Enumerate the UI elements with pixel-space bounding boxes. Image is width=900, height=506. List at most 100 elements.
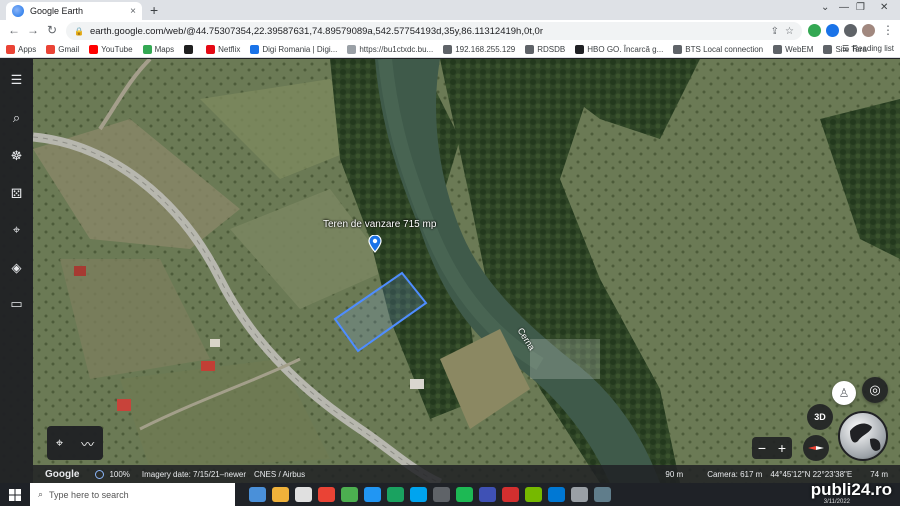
menu-icon[interactable]: ☰ bbox=[8, 71, 25, 88]
taskbar-search-placeholder: Type here to search bbox=[49, 489, 129, 500]
maximize-button[interactable]: ❐ bbox=[856, 2, 865, 13]
bookmark-favicon-icon bbox=[6, 45, 15, 54]
location-pin-icon[interactable] bbox=[368, 235, 382, 253]
reading-list-label: Reading list bbox=[852, 44, 894, 53]
add-placemark-icon[interactable]: ⌖ bbox=[56, 435, 63, 451]
bookmark-item[interactable] bbox=[184, 45, 196, 54]
bookmark-favicon-icon bbox=[525, 45, 535, 54]
bookmark-favicon-icon bbox=[46, 45, 56, 54]
taskbar-app-icon[interactable] bbox=[249, 487, 266, 502]
map-style-layers-icon[interactable]: ◈ bbox=[8, 259, 25, 276]
taskbar-app-icon[interactable] bbox=[479, 487, 496, 502]
extension-icon[interactable] bbox=[826, 24, 839, 37]
bookmark-label: HBO GO. Încarcă g... bbox=[587, 45, 664, 54]
taskbar-app-icon[interactable] bbox=[341, 487, 358, 502]
bookmark-item[interactable]: Digi Romania | Digi... bbox=[250, 45, 337, 54]
chevron-down-icon[interactable]: ⌄ bbox=[821, 2, 829, 13]
windows-start-button[interactable] bbox=[0, 483, 30, 506]
back-button[interactable]: ← bbox=[8, 23, 20, 37]
bookmark-item[interactable]: Netflix bbox=[206, 45, 240, 54]
bookmark-label: https://bu1ctxdc.bu... bbox=[359, 45, 434, 54]
taskbar-app-icon[interactable] bbox=[594, 487, 611, 502]
bookmark-favicon-icon bbox=[443, 45, 453, 54]
taskbar-app-icon[interactable] bbox=[387, 487, 404, 502]
bookmark-item[interactable]: https://bu1ctxdc.bu... bbox=[347, 45, 433, 54]
menu-kebab-icon[interactable]: ⋮ bbox=[882, 23, 894, 37]
taskbar-app-icon[interactable] bbox=[410, 487, 427, 502]
forward-button[interactable]: → bbox=[27, 23, 39, 37]
search-icon[interactable]: ⌕ bbox=[8, 109, 25, 126]
globe-minimap[interactable] bbox=[838, 411, 888, 461]
taskbar-app-icon[interactable] bbox=[571, 487, 588, 502]
close-tab-icon[interactable]: × bbox=[130, 6, 136, 17]
bookmark-item[interactable]: YouTube bbox=[89, 45, 133, 54]
bookmark-item[interactable]: HBO GO. Încarcă g... bbox=[575, 45, 663, 54]
satellite-imagery bbox=[0, 59, 900, 483]
bookmark-item[interactable]: 192.168.255.129 bbox=[443, 45, 515, 54]
zoom-control: − + bbox=[752, 437, 792, 459]
zoom-in-button[interactable]: + bbox=[778, 440, 786, 456]
camera-altitude: Camera: 617 m bbox=[707, 469, 763, 479]
imagery-date[interactable]: Imagery date: 7/15/21–newer bbox=[142, 470, 246, 479]
reading-list-button[interactable]: ☰ Reading list bbox=[842, 44, 894, 53]
tab-google-earth[interactable]: Google Earth × bbox=[6, 2, 142, 20]
taskbar-app-icons bbox=[249, 487, 611, 502]
avatar[interactable] bbox=[862, 24, 875, 37]
earth-sidebar: ☰ ⌕ ☸ ⚄ ⌖ ◈ ▭ bbox=[0, 59, 33, 483]
voyager-icon[interactable]: ☸ bbox=[8, 147, 25, 164]
close-window-button[interactable]: ✕ bbox=[880, 2, 888, 13]
bookmarks-bar: Apps Gmail YouTube Maps Netflix Digi Romania … bbox=[0, 42, 900, 58]
new-tab-button[interactable]: + bbox=[150, 2, 158, 18]
windows-logo-icon bbox=[9, 488, 21, 501]
feeling-lucky-dice-icon[interactable]: ⚄ bbox=[8, 185, 25, 202]
compass-needle-icon bbox=[808, 446, 824, 450]
bookmark-item[interactable]: BTS Local connection bbox=[673, 45, 763, 54]
extension-icon[interactable] bbox=[808, 24, 821, 37]
pegman-icon: ♙ bbox=[838, 386, 850, 400]
my-location-button[interactable]: ◎ bbox=[862, 377, 888, 403]
bookmark-item[interactable]: Apps bbox=[6, 45, 36, 54]
bookmark-item[interactable]: Gmail bbox=[46, 45, 79, 54]
taskbar-app-icon[interactable] bbox=[295, 487, 312, 502]
bookmark-favicon-icon bbox=[250, 45, 260, 54]
taskbar-app-icon[interactable] bbox=[502, 487, 519, 502]
minimize-button[interactable]: — bbox=[839, 2, 849, 13]
projects-pin-icon[interactable]: ⌖ bbox=[8, 221, 25, 238]
zoom-out-button[interactable]: − bbox=[758, 440, 766, 456]
taskbar-app-icon[interactable] bbox=[272, 487, 289, 502]
taskbar-app-icon[interactable] bbox=[433, 487, 450, 502]
taskbar-app-icon[interactable] bbox=[456, 487, 473, 502]
bookmark-favicon-icon bbox=[89, 45, 99, 54]
bookmark-favicon-icon bbox=[206, 45, 216, 54]
bookmark-favicon-icon bbox=[184, 45, 194, 54]
bookmark-label: RDSDB bbox=[537, 45, 566, 54]
map-tools-panel: ⌖ 〰 bbox=[47, 426, 103, 460]
bookmark-item[interactable]: Maps bbox=[142, 45, 174, 54]
search-icon: ⌕ bbox=[38, 489, 44, 499]
pegman-street-view-button[interactable]: ♙ bbox=[832, 381, 856, 405]
bookmark-favicon-icon bbox=[773, 45, 783, 54]
star-icon[interactable]: ☆ bbox=[785, 26, 794, 37]
bookmark-label: Apps bbox=[18, 45, 37, 54]
3d-toggle-button[interactable]: 3D bbox=[807, 404, 833, 430]
draw-path-icon[interactable]: 〰 bbox=[81, 434, 94, 453]
compass-button[interactable] bbox=[803, 435, 829, 461]
windows-taskbar: ⌕ Type here to search bbox=[0, 483, 900, 506]
taskbar-app-icon[interactable] bbox=[318, 487, 335, 502]
tab-bar: Google Earth × + ⌄ — ❐ ✕ bbox=[0, 0, 900, 20]
puzzle-icon[interactable] bbox=[844, 24, 857, 37]
earth-map-view[interactable]: ☰ ⌕ ☸ ⚄ ⌖ ◈ ▭ Teren de vanzare 715 mp Ce… bbox=[0, 59, 900, 483]
measure-ruler-icon[interactable]: ▭ bbox=[8, 295, 25, 312]
share-icon[interactable]: ⇪ bbox=[771, 26, 779, 37]
bookmark-item[interactable]: RDSDB bbox=[525, 45, 565, 54]
reload-button[interactable]: ↻ bbox=[47, 23, 57, 37]
taskbar-app-icon[interactable] bbox=[364, 487, 381, 502]
address-bar[interactable]: 🔒 earth.google.com/web/@44.75307354,22.3… bbox=[66, 22, 802, 40]
bookmark-label: Netflix bbox=[218, 45, 241, 54]
taskbar-app-icon[interactable] bbox=[525, 487, 542, 502]
bookmark-favicon-icon bbox=[823, 45, 833, 54]
taskbar-app-icon[interactable] bbox=[548, 487, 565, 502]
taskbar-search-box[interactable]: ⌕ Type here to search bbox=[30, 483, 235, 506]
coordinates: 44°45'12"N 22°23'38"E bbox=[770, 469, 853, 479]
bookmark-item[interactable]: WebEM bbox=[773, 45, 813, 54]
